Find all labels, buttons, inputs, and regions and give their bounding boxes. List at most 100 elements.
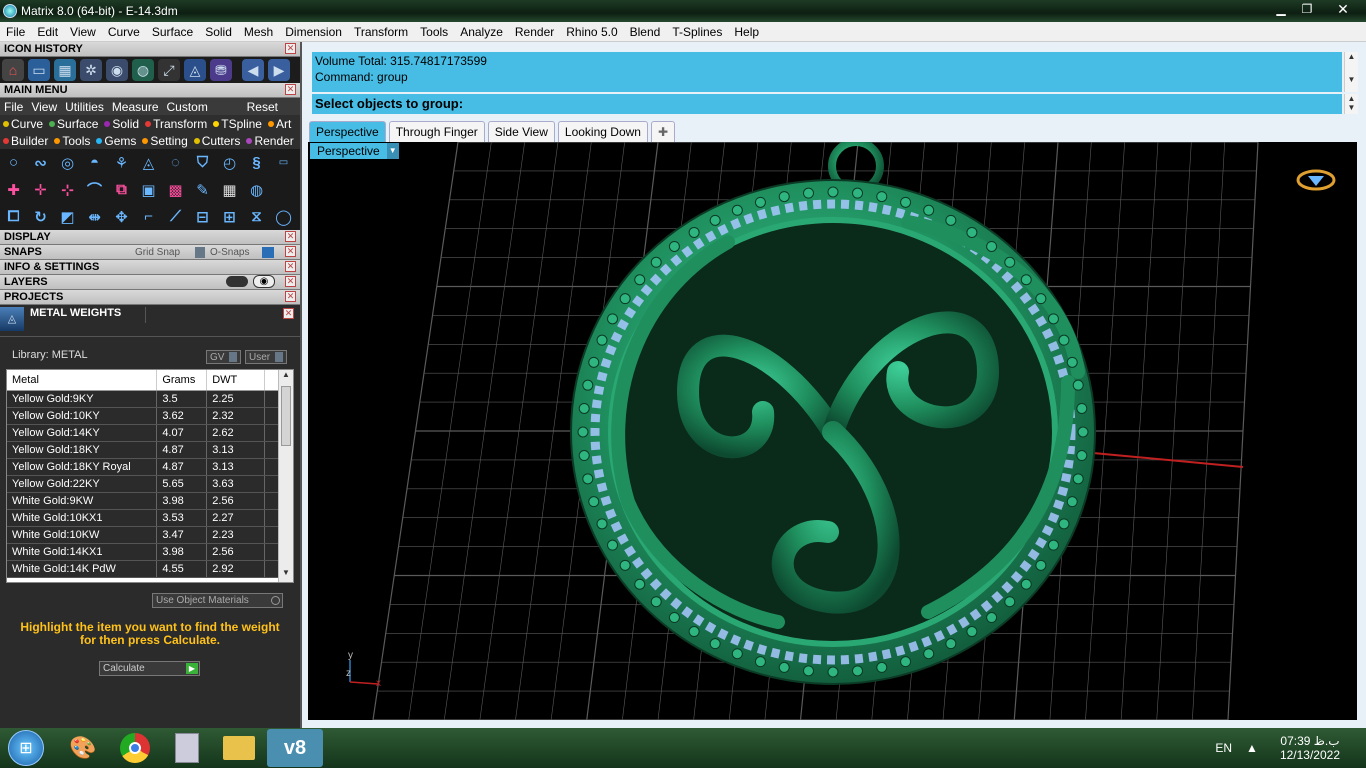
gem-tool-icon[interactable]: ◬ xyxy=(137,151,160,174)
pattern-tool-icon[interactable]: ▩ xyxy=(164,178,187,201)
scroll-up-icon[interactable]: ▲ xyxy=(1345,94,1358,103)
matrix-taskbar-icon[interactable]: v8 xyxy=(267,729,323,767)
table-row[interactable]: White Gold:10KX1 3.53 2.27 xyxy=(7,509,279,527)
viewport-label[interactable]: Perspective ▼ xyxy=(310,143,399,159)
column-metal[interactable]: Metal xyxy=(7,370,158,391)
o-snaps-indicator-icon[interactable] xyxy=(262,246,274,258)
arrow-left-icon[interactable]: ◀ xyxy=(242,59,264,81)
add-tab-icon[interactable]: ✚ xyxy=(650,121,675,142)
paint-icon[interactable]: 🎨 xyxy=(61,730,105,766)
table-row[interactable]: Yellow Gold:14KY 4.07 2.62 xyxy=(7,424,279,442)
settings-icon[interactable]: ✲ xyxy=(80,59,102,81)
scroll-down-icon[interactable]: ▼ xyxy=(1345,75,1358,84)
info-settings-header[interactable]: INFO & SETTINGS ✕ xyxy=(0,260,300,275)
prong-tool-icon[interactable]: ⚘ xyxy=(110,151,133,174)
metal-table[interactable]: Metal Grams DWT Yellow Gold:9KY 3.5 2.25 Y… xyxy=(6,369,294,583)
menu-rhino[interactable]: Rhino 5.0 xyxy=(560,25,623,39)
grid-tool-icon[interactable]: ▦ xyxy=(218,178,241,201)
expand-icon[interactable]: ⤢ xyxy=(158,59,180,81)
table-row[interactable]: White Gold:10KW 3.47 2.23 xyxy=(7,526,279,544)
tab-side-view[interactable]: Side View xyxy=(487,121,555,142)
layers-header[interactable]: LAYERS ◉ ✕ xyxy=(0,275,300,290)
tab-looking-down[interactable]: Looking Down xyxy=(557,121,648,142)
mm-view[interactable]: View xyxy=(27,100,61,114)
tray-chevron-icon[interactable]: ▲ xyxy=(1246,741,1258,755)
close-icon[interactable]: ✕ xyxy=(285,43,296,54)
split-tool-icon[interactable]: ⊟ xyxy=(191,205,214,228)
scale-tool-icon[interactable]: ◩ xyxy=(56,205,79,228)
bezel-tool-icon[interactable]: ◓ xyxy=(83,151,106,174)
close-icon[interactable]: ✕ xyxy=(285,84,296,95)
table-row[interactable]: Yellow Gold:18KY 4.87 3.13 xyxy=(7,441,279,459)
category-tspline[interactable]: TSpline xyxy=(210,117,265,131)
table-row[interactable]: White Gold:14KX1 3.98 2.56 xyxy=(7,543,279,561)
twist-tool-icon[interactable]: § xyxy=(245,151,268,174)
category-transform[interactable]: Transform xyxy=(142,117,210,131)
chrome-icon[interactable] xyxy=(113,730,157,766)
close-icon[interactable]: ✕ xyxy=(285,276,296,287)
table-row[interactable]: Yellow Gold:18KY Royal 4.87 3.13 xyxy=(7,458,279,476)
table-row[interactable]: Yellow Gold:10KY 3.62 2.32 xyxy=(7,407,279,425)
icon-history-header[interactable]: ICON HISTORY ✕ xyxy=(0,42,300,57)
menu-curve[interactable]: Curve xyxy=(102,25,146,39)
calculate-button[interactable]: Calculate ▶ xyxy=(99,661,200,676)
rotate-tool-icon[interactable]: ↻ xyxy=(29,205,52,228)
eye-icon[interactable]: ◉ xyxy=(253,275,275,288)
mirror-tool-icon[interactable]: ⇼ xyxy=(83,205,106,228)
close-icon[interactable]: ✕ xyxy=(285,291,296,302)
calculator-icon[interactable]: ▦ xyxy=(54,59,76,81)
add-point-icon[interactable]: ✚ xyxy=(2,178,25,201)
remove-point-icon[interactable]: ⊹ xyxy=(56,178,79,201)
language-indicator[interactable]: EN xyxy=(1215,741,1232,755)
panel-toggle-icon[interactable]: ▭ xyxy=(272,151,295,174)
globe-icon[interactable]: ◍ xyxy=(132,59,154,81)
grid-snap-indicator-icon[interactable] xyxy=(195,246,205,258)
history-scrollbar[interactable]: ▲ ▼ xyxy=(1344,52,1358,92)
ring-size-icon[interactable]: ◴ xyxy=(218,151,241,174)
curve-tool-icon[interactable]: ∾ xyxy=(29,151,52,174)
folder-icon[interactable]: ▭ xyxy=(28,59,50,81)
grid-snap-toggle[interactable]: Grid Snap xyxy=(135,247,180,258)
scroll-thumb[interactable] xyxy=(281,386,291,446)
close-icon[interactable]: ✕ xyxy=(285,261,296,272)
ring-outline-icon[interactable]: ◯ xyxy=(272,205,295,228)
scroll-down-icon[interactable]: ▼ xyxy=(279,568,293,582)
table-row[interactable]: Yellow Gold:9KY 3.5 2.25 xyxy=(7,390,279,408)
close-icon[interactable]: ✕ xyxy=(285,246,296,257)
boolean-tool-icon[interactable]: ⊞ xyxy=(218,205,241,228)
move-tool-icon[interactable]: ✥ xyxy=(110,205,133,228)
maximize-icon[interactable]: ❐ xyxy=(1294,0,1320,18)
viewport[interactable]: y z x Perspective ▼ xyxy=(308,142,1357,720)
user-toggle[interactable]: User xyxy=(245,350,288,364)
tab-through-finger[interactable]: Through Finger xyxy=(388,121,485,142)
ring-icon[interactable]: ◉ xyxy=(106,59,128,81)
viewport-canvas[interactable]: y z x xyxy=(308,142,1357,720)
reset-button[interactable]: Reset xyxy=(243,100,282,114)
circle-tool-icon[interactable]: ○ xyxy=(2,151,25,174)
menu-analyze[interactable]: Analyze xyxy=(454,25,509,39)
menu-mesh[interactable]: Mesh xyxy=(238,25,279,39)
clock[interactable]: 07:39 ب.ظ 12/13/2022 xyxy=(1280,734,1340,762)
menu-render[interactable]: Render xyxy=(509,25,560,39)
app-icon[interactable] xyxy=(3,4,17,18)
category-builder[interactable]: Builder xyxy=(0,134,51,148)
menu-tools[interactable]: Tools xyxy=(414,25,454,39)
menu-edit[interactable]: Edit xyxy=(31,25,64,39)
pen-tool-icon[interactable]: ✎ xyxy=(191,178,214,201)
menu-help[interactable]: Help xyxy=(728,25,765,39)
scroll-down-icon[interactable]: ▼ xyxy=(1345,103,1358,112)
house-icon[interactable]: ⌂ xyxy=(2,59,24,81)
close-icon[interactable]: ✕ xyxy=(283,308,294,319)
box-tool-icon[interactable]: ▣ xyxy=(137,178,160,201)
calculator-icon[interactable] xyxy=(165,730,209,766)
shield-tool-icon[interactable]: ⛉ xyxy=(191,151,214,174)
menu-solid[interactable]: Solid xyxy=(199,25,238,39)
prompt-scrollbar[interactable]: ▲ ▼ xyxy=(1344,94,1358,114)
pendant-model[interactable] xyxy=(570,142,1096,685)
arrow-right-icon[interactable]: ▶ xyxy=(268,59,290,81)
flow-tool-icon[interactable]: ⟋ xyxy=(164,205,187,228)
add-control-icon[interactable]: ✛ xyxy=(29,178,52,201)
category-curve[interactable]: Curve xyxy=(0,117,46,131)
main-menu-header[interactable]: MAIN MENU ✕ xyxy=(0,83,300,98)
close-button[interactable]: ✕ xyxy=(1320,0,1366,18)
